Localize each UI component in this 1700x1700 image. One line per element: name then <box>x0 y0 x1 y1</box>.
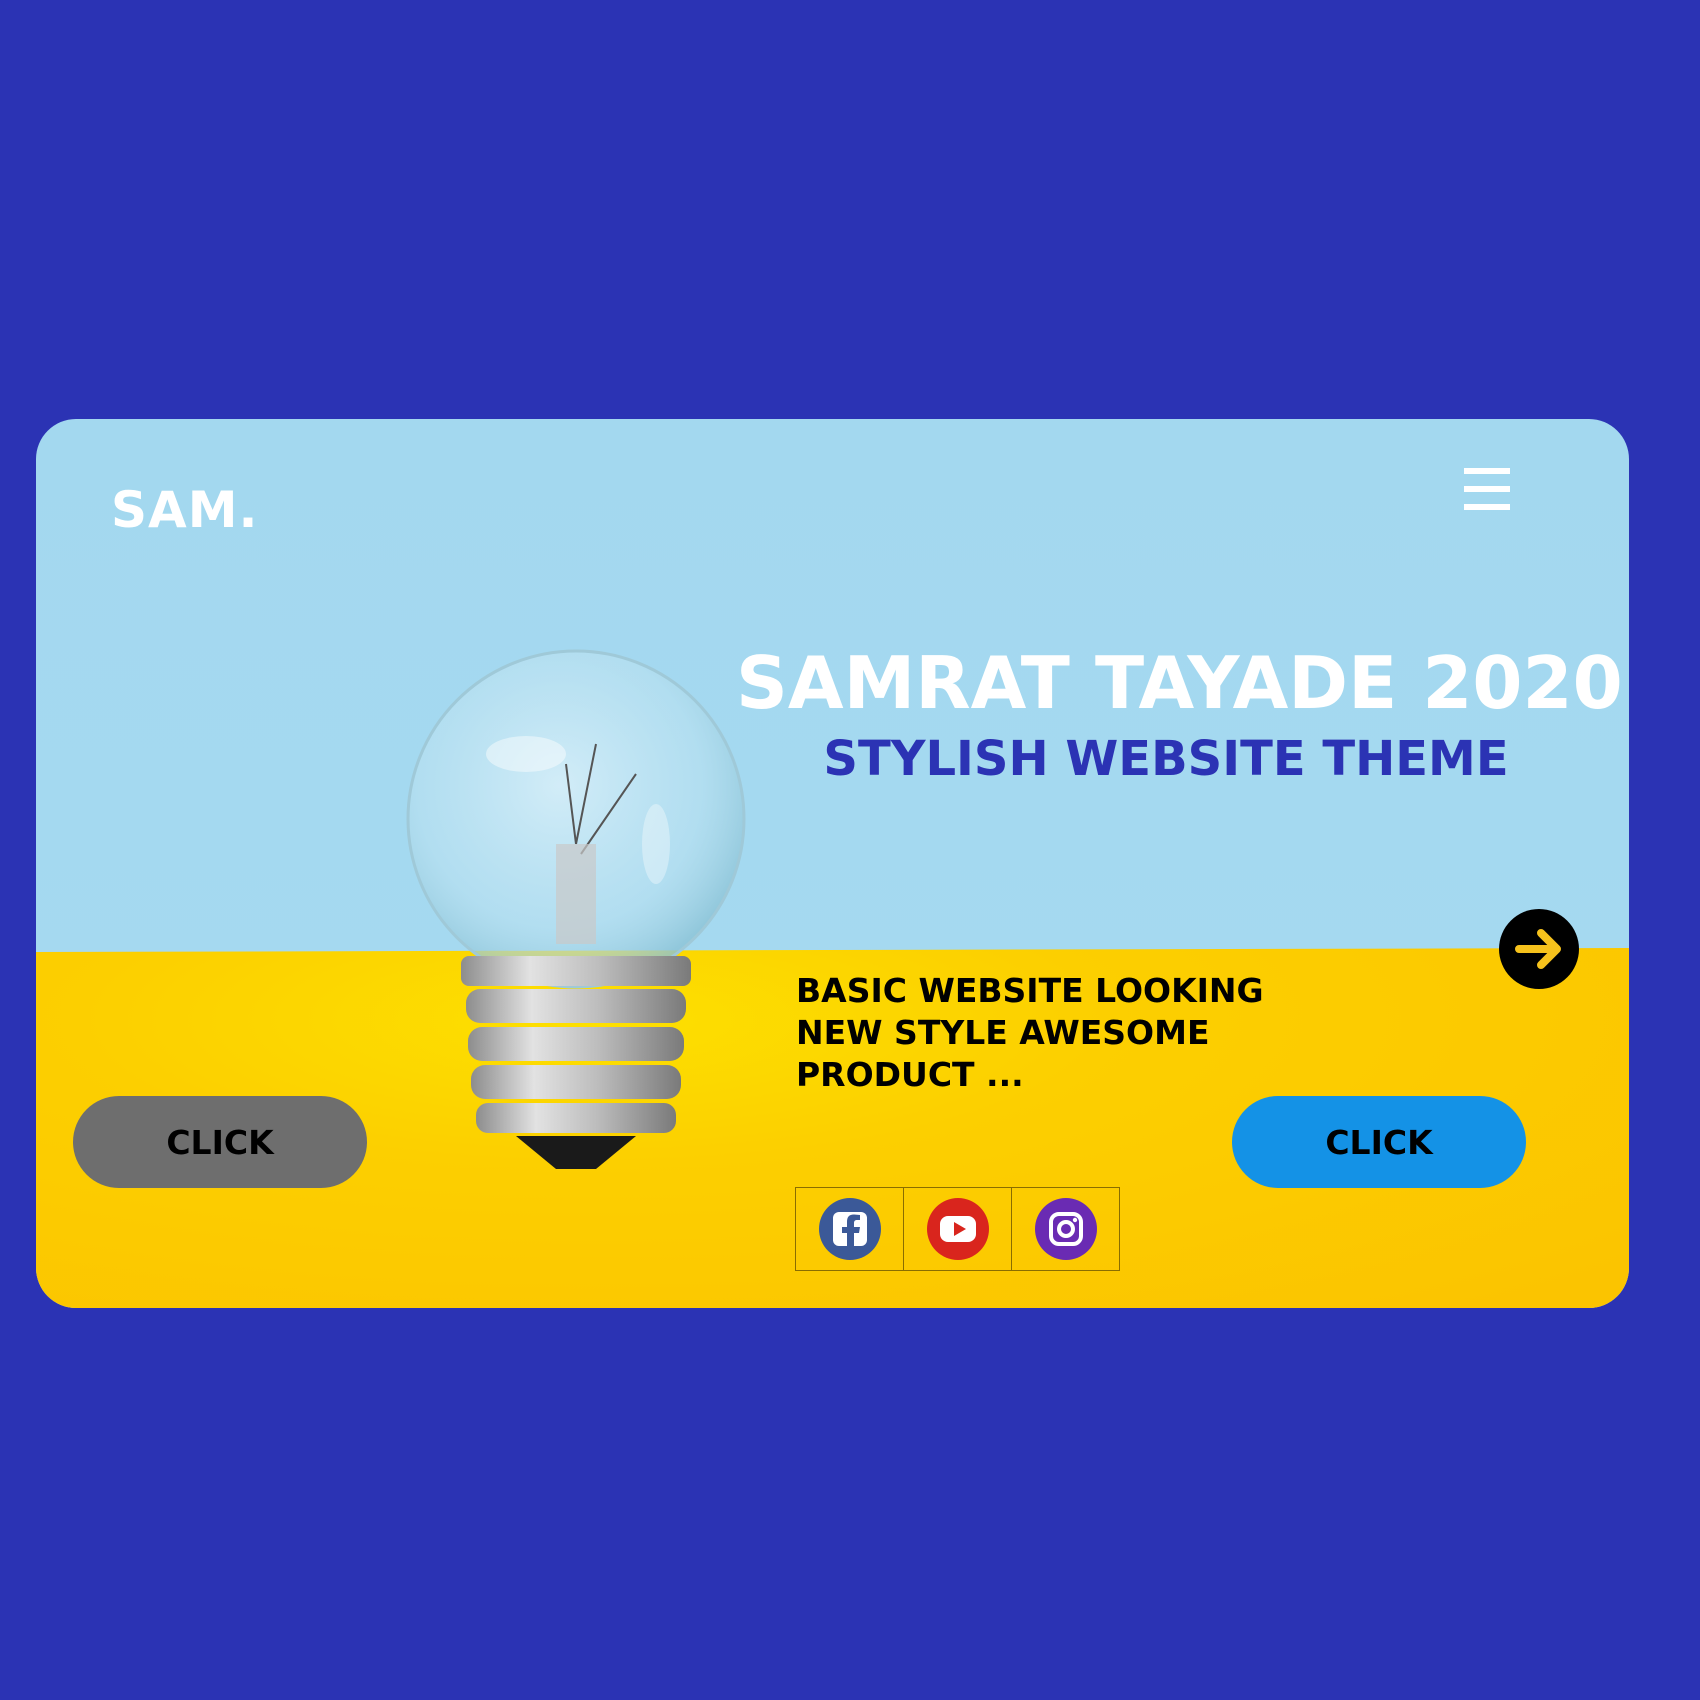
menu-line <box>1464 504 1510 510</box>
description-line: BASIC WEBSITE LOOKING <box>796 971 1264 1010</box>
hero-card: SAM. SAMRAT TAYADE 2020 STYLISH WEBSITE … <box>36 419 1629 1308</box>
menu-line <box>1464 486 1510 492</box>
next-arrow-button[interactable] <box>1499 909 1579 989</box>
arrow-right-circle-icon <box>1515 929 1561 969</box>
youtube-icon <box>926 1198 989 1260</box>
description-line: PRODUCT ... <box>796 1055 1024 1094</box>
hero-description: BASIC WEBSITE LOOKING NEW STYLE AWESOME … <box>796 970 1316 1096</box>
facebook-link[interactable] <box>796 1188 904 1270</box>
light-bulb-image <box>406 649 746 1169</box>
right-click-button[interactable]: CLICK <box>1232 1096 1526 1188</box>
social-links <box>795 1187 1120 1271</box>
menu-line <box>1464 468 1510 474</box>
facebook-icon <box>818 1198 881 1260</box>
instagram-link[interactable] <box>1012 1188 1119 1270</box>
site-logo[interactable]: SAM. <box>111 481 258 539</box>
hero-subtitle: STYLISH WEBSITE THEME <box>823 731 1509 787</box>
description-line: NEW STYLE AWESOME <box>796 1013 1210 1052</box>
instagram-icon <box>1034 1198 1097 1260</box>
youtube-link[interactable] <box>904 1188 1012 1270</box>
hamburger-menu-icon[interactable] <box>1464 468 1510 518</box>
left-click-button[interactable]: CLICK <box>73 1096 367 1188</box>
hero-title: SAMRAT TAYADE 2020 <box>736 641 1623 725</box>
